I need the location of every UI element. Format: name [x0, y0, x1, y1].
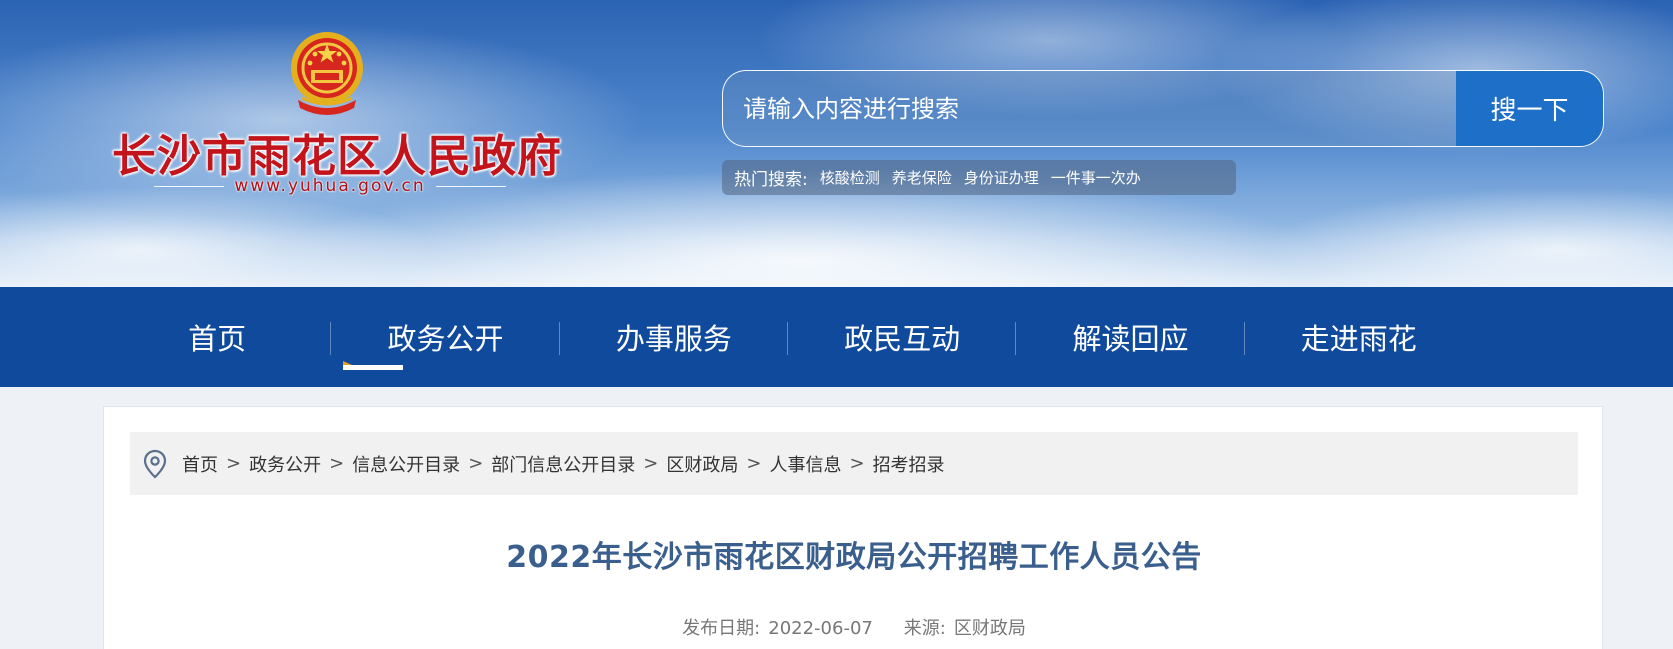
nav-item-label: 走进雨花: [1300, 322, 1417, 356]
breadcrumb-separator: >: [849, 453, 865, 474]
nav-item-interpretation[interactable]: 解读回应: [1016, 287, 1245, 387]
location-pin-icon: [143, 449, 167, 478]
main-nav-inner: 首页 政务公开 办事服务 政民互动 解读回应 走进雨花: [103, 287, 1473, 387]
breadcrumb-separator: >: [746, 453, 762, 474]
nav-item-about-yuhua[interactable]: 走进雨花: [1245, 287, 1473, 387]
publish-date-label: 发布日期:: [682, 618, 761, 639]
source-value: 区财政局: [953, 618, 1026, 639]
nav-item-label: 政务公开: [387, 322, 504, 356]
site-url-row: www.yuhua.gov.cn: [140, 174, 520, 198]
nav-item-government-affairs[interactable]: 政务公开: [331, 287, 560, 387]
nav-item-label: 解读回应: [1072, 322, 1189, 356]
breadcrumb-dept-catalog[interactable]: 部门信息公开目录: [491, 451, 635, 477]
url-divider-left: [154, 185, 225, 187]
nav-item-interaction[interactable]: 政民互动: [788, 287, 1017, 387]
nav-item-label: 首页: [188, 322, 247, 356]
source-label: 来源:: [903, 618, 946, 639]
hot-search-item-one-stop[interactable]: 一件事一次办: [1051, 167, 1141, 188]
breadcrumb-personnel-info[interactable]: 人事信息: [769, 451, 841, 477]
hot-search-bar: 热门搜索: 核酸检测 养老保险 身份证办理 一件事一次办: [722, 160, 1236, 195]
breadcrumb-government-affairs[interactable]: 政务公开: [249, 451, 321, 477]
breadcrumb-recruitment[interactable]: 招考招录: [873, 451, 945, 477]
hot-search-item-nucleic-test[interactable]: 核酸检测: [820, 167, 880, 188]
hot-search-item-id-card[interactable]: 身份证办理: [964, 167, 1039, 188]
main-nav: 首页 政务公开 办事服务 政民互动 解读回应 走进雨花: [0, 287, 1673, 387]
content-card: 首页 > 政务公开 > 信息公开目录 > 部门信息公开目录 > 区财政局 > 人…: [103, 406, 1603, 649]
search-input[interactable]: [723, 71, 1456, 146]
header-banner: 长沙市雨花区人民政府 www.yuhua.gov.cn 搜一下 热门搜索: 核酸…: [0, 0, 1673, 287]
search-box: 搜一下: [722, 70, 1604, 147]
breadcrumb-separator: >: [226, 453, 242, 474]
breadcrumb-info-catalog[interactable]: 信息公开目录: [352, 451, 460, 477]
nav-item-label: 办事服务: [615, 322, 732, 356]
nav-item-services[interactable]: 办事服务: [560, 287, 788, 387]
active-nav-indicator: [343, 365, 403, 370]
national-emblem-icon: [291, 32, 363, 115]
nav-item-label: 政民互动: [844, 322, 961, 356]
hot-search-label: 热门搜索:: [734, 170, 808, 190]
breadcrumb-separator: >: [643, 453, 659, 474]
article-title: 2022年长沙市雨花区财政局公开招聘工作人员公告: [506, 540, 1202, 575]
breadcrumb-home[interactable]: 首页: [182, 451, 218, 477]
publish-date: 2022-06-07: [768, 618, 873, 639]
breadcrumb-finance-bureau[interactable]: 区财政局: [666, 451, 738, 477]
breadcrumb-separator: >: [329, 453, 345, 474]
site-url: www.yuhua.gov.cn: [234, 176, 426, 196]
article-meta: 发布日期: 2022-06-07 来源: 区财政局: [104, 614, 1604, 640]
url-divider-right: [435, 185, 506, 187]
breadcrumb: 首页 > 政务公开 > 信息公开目录 > 部门信息公开目录 > 区财政局 > 人…: [130, 432, 1578, 495]
active-nav-indicator-accent: [343, 361, 352, 365]
breadcrumb-separator: >: [468, 453, 484, 474]
nav-item-home[interactable]: 首页: [103, 287, 332, 387]
search-button[interactable]: 搜一下: [1456, 71, 1603, 146]
hot-search-item-pension[interactable]: 养老保险: [892, 167, 952, 188]
